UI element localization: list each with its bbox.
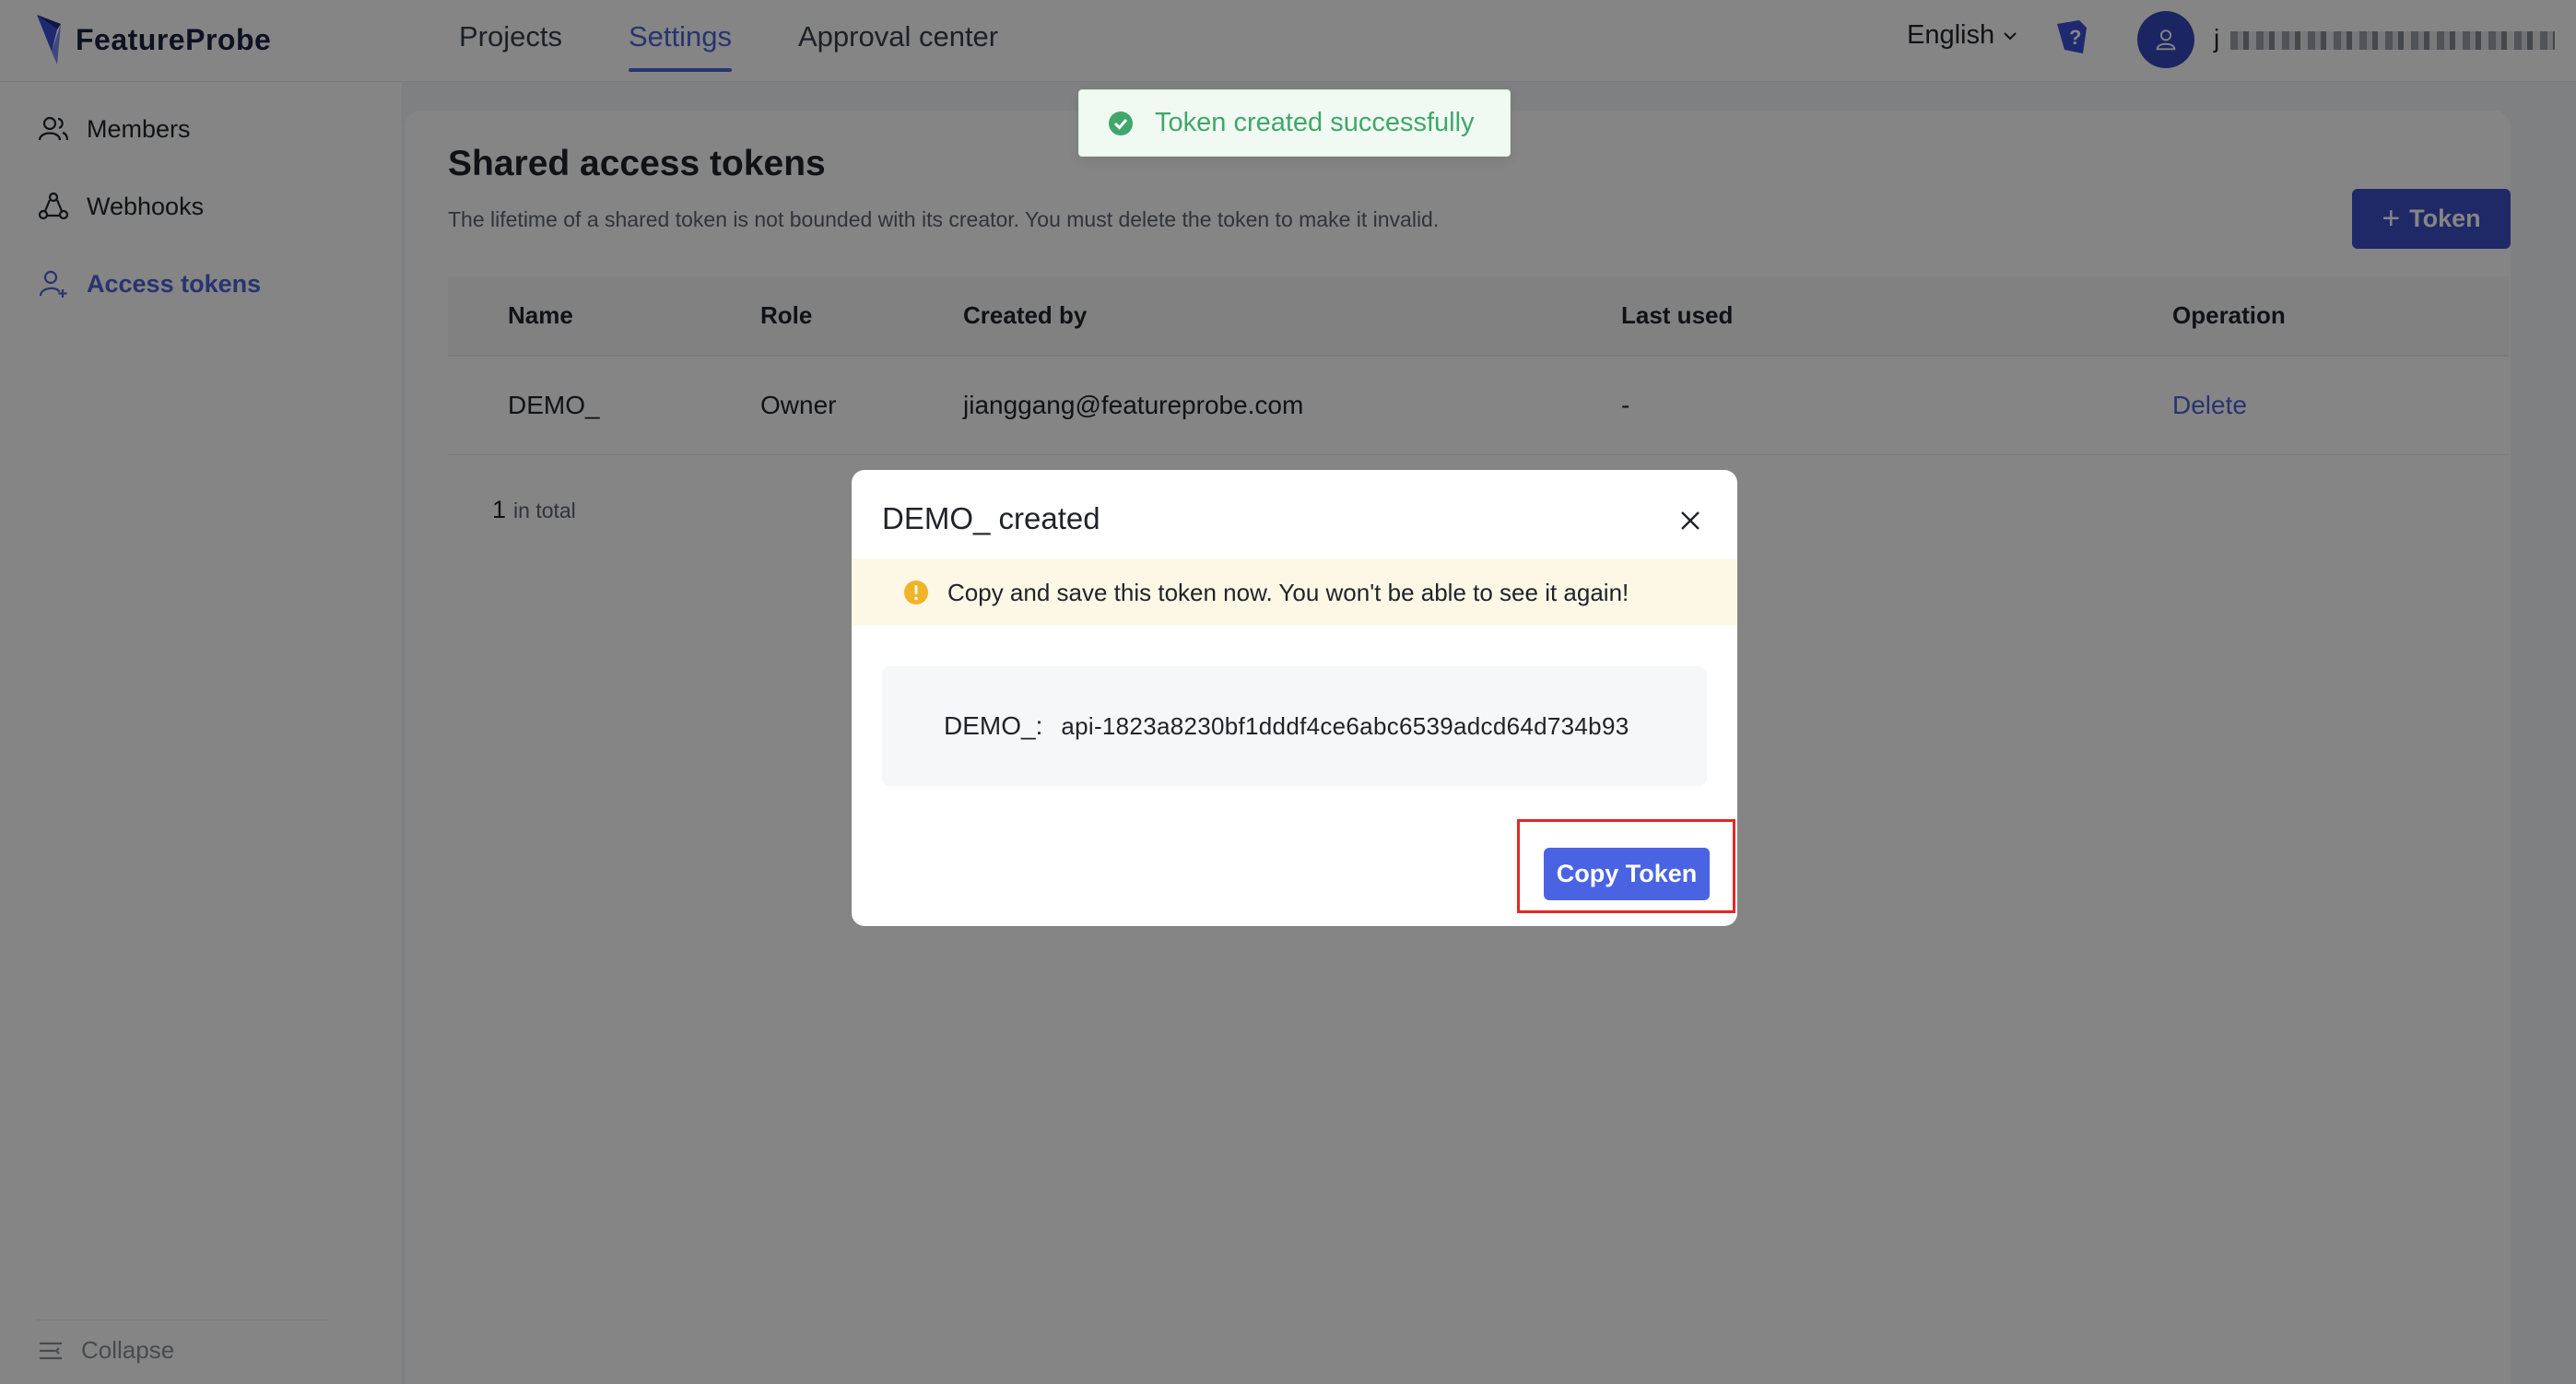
warning-text: Copy and save this token now. You won't …	[947, 578, 1629, 606]
toast-message: Token created successfully	[1155, 108, 1475, 137]
token-display: DEMO_: api-1823a8230bf1dddf4ce6abc6539ad…	[882, 666, 1707, 786]
check-circle-icon	[1109, 111, 1133, 135]
close-icon[interactable]	[1676, 507, 1704, 534]
copy-token-button[interactable]: Copy Token	[1544, 848, 1710, 900]
modal-title: DEMO_ created	[882, 501, 1100, 535]
warning-banner: Copy and save this token now. You won't …	[852, 559, 1737, 626]
warning-icon	[904, 581, 928, 604]
token-value[interactable]: api-1823a8230bf1dddf4ce6abc6539adcd64d73…	[1061, 712, 1629, 741]
success-toast: Token created successfully	[1078, 89, 1511, 157]
token-label: DEMO_:	[944, 711, 1043, 740]
